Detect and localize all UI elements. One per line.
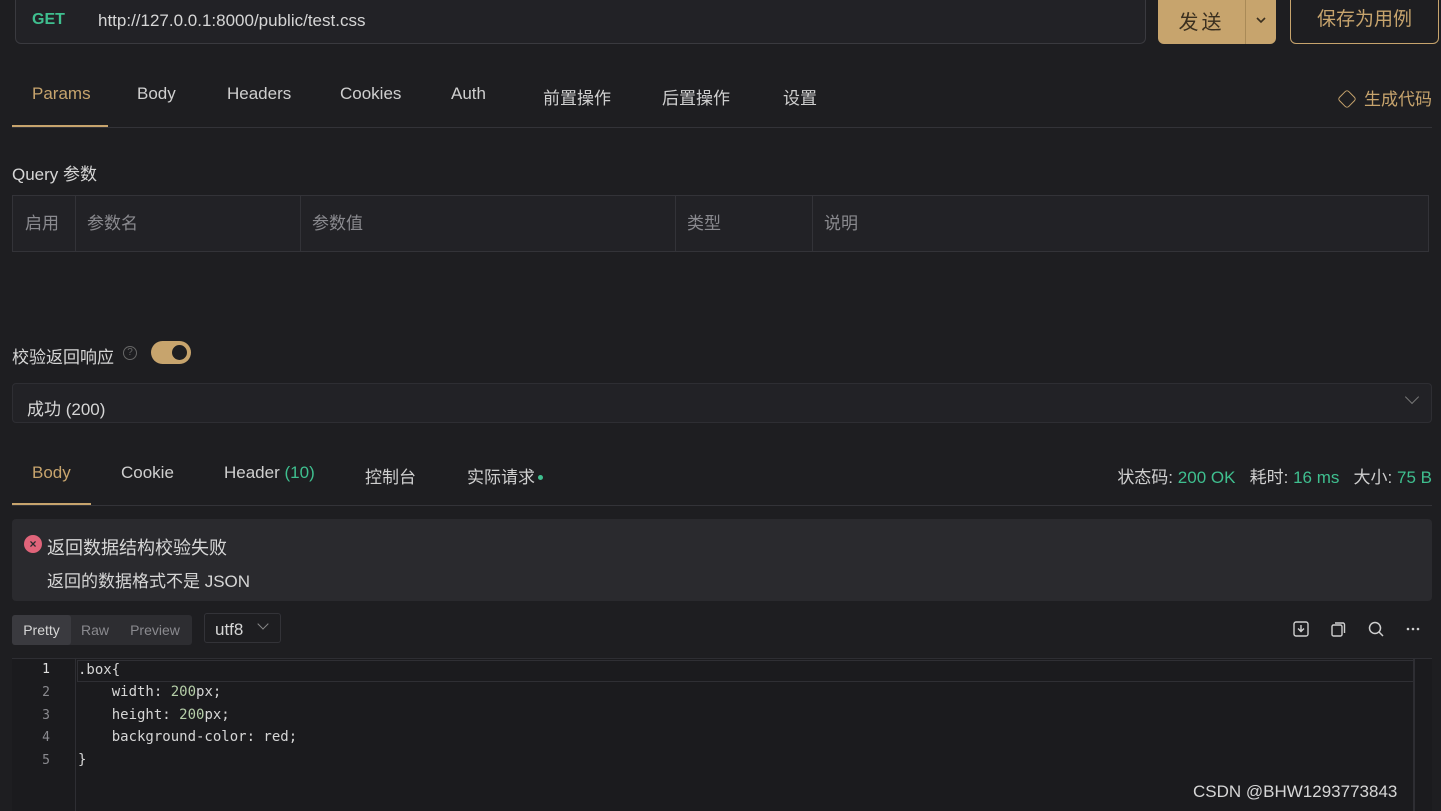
status-value: 200 OK — [1177, 468, 1236, 487]
code-gen-icon — [1337, 89, 1357, 109]
tab-response-body[interactable]: Body — [32, 463, 71, 483]
copy-icon[interactable] — [1328, 619, 1348, 639]
code-line: } — [78, 752, 87, 768]
code-line: height: 200px; — [78, 707, 230, 723]
save-as-case-button[interactable]: 保存为用例 — [1290, 0, 1439, 44]
response-case-value: 成功 (200) — [27, 400, 106, 419]
current-line-highlight — [77, 660, 1414, 682]
tab-body[interactable]: Body — [137, 84, 176, 104]
col-param-value: 参数值 — [300, 196, 676, 251]
col-type: 类型 — [675, 196, 813, 251]
code-line: width: 200px; — [78, 684, 222, 700]
line-number: 4 — [42, 730, 50, 745]
error-icon: × — [24, 535, 42, 553]
size-value: 75 B — [1397, 468, 1432, 487]
tab-response-cookie[interactable]: Cookie — [121, 463, 174, 483]
editor-scrollbar[interactable] — [1413, 659, 1415, 811]
encoding-select[interactable]: utf8 — [204, 613, 281, 643]
view-mode-switch: Pretty Raw Preview — [12, 615, 192, 645]
actual-request-label: 实际请求 — [467, 468, 535, 487]
toggle-knob — [172, 345, 187, 360]
chevron-down-icon — [257, 618, 269, 630]
generate-code-button[interactable]: 生成代码 — [1337, 85, 1432, 110]
url-input[interactable]: http://127.0.0.1:8000/public/test.css — [98, 11, 365, 31]
tab-post-actions[interactable]: 后置操作 — [662, 84, 730, 109]
url-bar[interactable]: GET http://127.0.0.1:8000/public/test.cs… — [15, 0, 1146, 44]
watermark: CSDN @BHW1293773843 — [1193, 782, 1398, 801]
header-tab-label: Header — [224, 463, 280, 482]
download-icon[interactable] — [1291, 619, 1311, 639]
chevron-down-icon — [1404, 389, 1420, 405]
size-label: 大小: — [1353, 468, 1393, 487]
response-tabs: Body Cookie Header (10) 控制台 实际请求 状态码: 20… — [12, 450, 1432, 506]
alert-message: 返回的数据格式不是 JSON — [47, 572, 251, 591]
col-param-name: 参数名 — [75, 196, 301, 251]
code-number: 200 — [170, 684, 197, 700]
time-value: 16 ms — [1293, 468, 1340, 487]
tab-pre-actions[interactable]: 前置操作 — [543, 84, 611, 109]
code-line: background-color: red; — [78, 729, 298, 745]
request-tabs: Params Body Headers Cookies Auth 前置操作 后置… — [12, 70, 1432, 128]
send-button[interactable]: 发送 — [1158, 6, 1245, 35]
active-response-tab-indicator — [12, 503, 91, 505]
status-dot-icon — [538, 475, 543, 480]
status-label: 状态码: — [1117, 468, 1174, 487]
code-prop: height: — [78, 707, 180, 723]
help-icon[interactable]: ? — [123, 346, 137, 360]
validation-error-alert: × 返回数据结构校验失败 返回的数据格式不是 JSON — [12, 519, 1432, 601]
line-number-gutter: 1 2 3 4 5 — [12, 659, 76, 811]
query-params-title: Query 参数 — [12, 165, 98, 184]
more-icon[interactable] — [1403, 619, 1423, 639]
code-number: 200 — [179, 707, 205, 723]
tab-response-header[interactable]: Header (10) — [224, 463, 315, 483]
view-pretty-button[interactable]: Pretty — [12, 615, 71, 645]
validate-response-label: 校验返回响应 — [12, 348, 114, 367]
tab-headers[interactable]: Headers — [227, 84, 291, 104]
view-preview-button[interactable]: Preview — [122, 615, 188, 645]
method-select[interactable]: GET — [32, 11, 65, 29]
encoding-value: utf8 — [215, 620, 244, 639]
response-stats: 状态码: 200 OK 耗时: 16 ms 大小: 75 B — [1117, 463, 1432, 488]
code-prop: width: — [78, 684, 171, 700]
send-button-group: 发送 — [1158, 0, 1276, 44]
line-number: 2 — [42, 685, 50, 700]
col-enabled: 启用 — [13, 196, 76, 251]
line-number: 5 — [42, 753, 50, 768]
line-number: 1 — [42, 662, 50, 677]
code-line: .box{ — [78, 662, 121, 678]
send-dropdown-icon[interactable] — [1246, 4, 1276, 29]
response-case-select[interactable]: 成功 (200) — [12, 383, 1432, 423]
search-icon[interactable] — [1366, 619, 1386, 639]
active-tab-indicator — [12, 125, 108, 127]
view-raw-button[interactable]: Raw — [74, 615, 116, 645]
header-count-badge: (10) — [284, 463, 315, 482]
tab-actual-request[interactable]: 实际请求 — [467, 463, 543, 488]
alert-title: 返回数据结构校验失败 — [47, 538, 227, 558]
time-label: 耗时: — [1249, 468, 1289, 487]
tab-auth[interactable]: Auth — [451, 84, 486, 104]
tab-cookies[interactable]: Cookies — [340, 84, 401, 104]
code-rest: px; — [204, 707, 230, 723]
generate-code-label: 生成代码 — [1364, 90, 1432, 109]
tab-console[interactable]: 控制台 — [365, 463, 416, 488]
col-description: 说明 — [824, 214, 858, 233]
params-table-header: 启用 参数名 参数值 类型 说明 — [12, 195, 1429, 252]
tab-params[interactable]: Params — [32, 84, 91, 104]
validate-response-toggle[interactable] — [151, 341, 191, 364]
code-rest: px; — [196, 684, 222, 700]
tab-settings[interactable]: 设置 — [783, 84, 817, 109]
line-number: 3 — [42, 708, 50, 723]
